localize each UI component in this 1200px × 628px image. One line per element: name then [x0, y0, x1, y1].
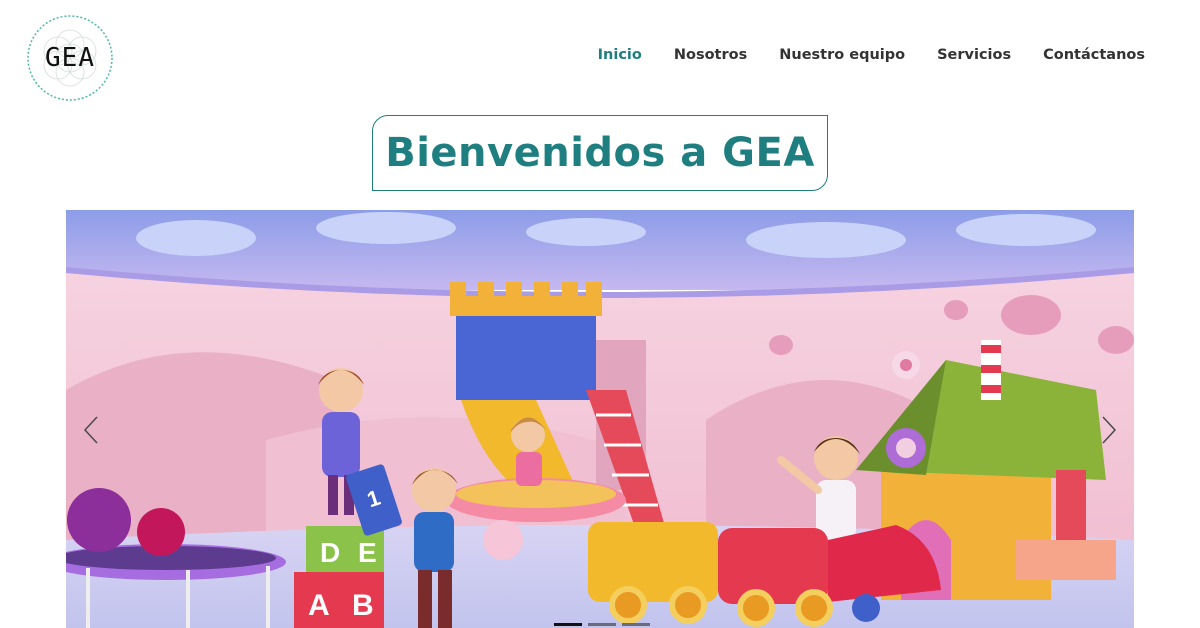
- slider-dot-1[interactable]: [554, 623, 582, 626]
- nav-item-servicios[interactable]: Servicios: [937, 47, 1011, 63]
- slider-next-arrow-icon[interactable]: [1094, 410, 1124, 450]
- block-letter-b: B: [352, 589, 374, 622]
- nav-item-inicio[interactable]: Inicio: [598, 47, 642, 63]
- block-letter-a: A: [308, 589, 330, 622]
- slider-dot-2[interactable]: [588, 623, 616, 626]
- slider-prev-arrow-icon[interactable]: [76, 410, 106, 450]
- slider-dot-3[interactable]: [622, 623, 650, 626]
- block-letter-d: D: [320, 537, 340, 568]
- playroom-illustration: D E A B 1: [66, 210, 1134, 628]
- site-logo[interactable]: GEA: [26, 14, 114, 102]
- letter-blocks: D E A B: [294, 526, 384, 628]
- block-letter-e: E: [358, 537, 377, 568]
- logo-text: GEA: [45, 43, 95, 73]
- nav-item-contactanos[interactable]: Contáctanos: [1043, 47, 1145, 63]
- hero-image-slider[interactable]: D E A B 1: [66, 210, 1134, 628]
- main-navigation: Inicio Nosotros Nuestro equipo Servicios…: [598, 47, 1145, 63]
- hero-title: Bienvenidos a GEA: [385, 130, 815, 176]
- slider-pagination: [554, 623, 650, 626]
- hero-title-box: Bienvenidos a GEA: [372, 115, 828, 191]
- nav-item-nuestro-equipo[interactable]: Nuestro equipo: [779, 47, 905, 63]
- nav-item-nosotros[interactable]: Nosotros: [674, 47, 747, 63]
